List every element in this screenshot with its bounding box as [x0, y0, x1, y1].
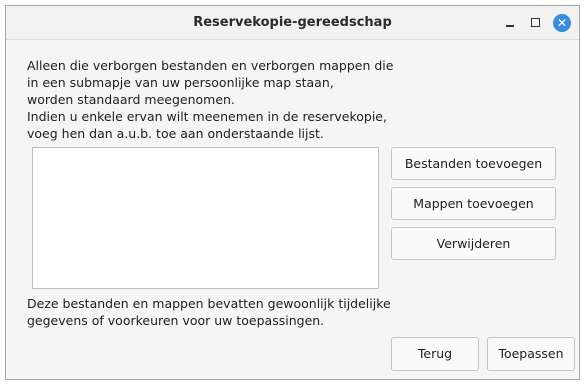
intro-line: Alleen die verborgen bestanden en verbor… — [27, 58, 394, 73]
maximize-icon[interactable] — [527, 14, 545, 32]
intro-text: Alleen die verborgen bestanden en verbor… — [27, 57, 394, 142]
remove-button[interactable]: Verwijderen — [391, 227, 556, 260]
intro-line: voeg hen dan a.u.b. toe aan onderstaande… — [27, 126, 324, 141]
title-bar[interactable]: Reservekopie-gereedschap ✕ — [6, 6, 579, 40]
note-line: Deze bestanden en mappen bevatten gewoon… — [27, 296, 391, 311]
intro-line: worden standaard meegenomen. — [27, 92, 235, 107]
note-line: gegevens of voorkeuren voor uw toepassin… — [27, 313, 325, 328]
note-text: Deze bestanden en mappen bevatten gewoon… — [27, 295, 391, 329]
close-icon[interactable]: ✕ — [553, 14, 571, 32]
add-folders-button[interactable]: Mappen toevoegen — [391, 187, 556, 220]
backup-tool-window: Reservekopie-gereedschap ✕ Alleen die ve… — [5, 5, 580, 380]
hidden-items-list[interactable] — [32, 147, 379, 289]
intro-line: in een submapje van uw persoonlijke map … — [27, 75, 334, 90]
apply-button[interactable]: Toepassen — [487, 337, 575, 371]
intro-line: Indien u enkele ervan wilt meenemen in d… — [27, 109, 387, 124]
back-button[interactable]: Terug — [391, 337, 479, 371]
window-title: Reservekopie-gereedschap — [193, 15, 392, 30]
add-files-button[interactable]: Bestanden toevoegen — [391, 147, 556, 180]
minimize-icon[interactable] — [501, 14, 519, 32]
